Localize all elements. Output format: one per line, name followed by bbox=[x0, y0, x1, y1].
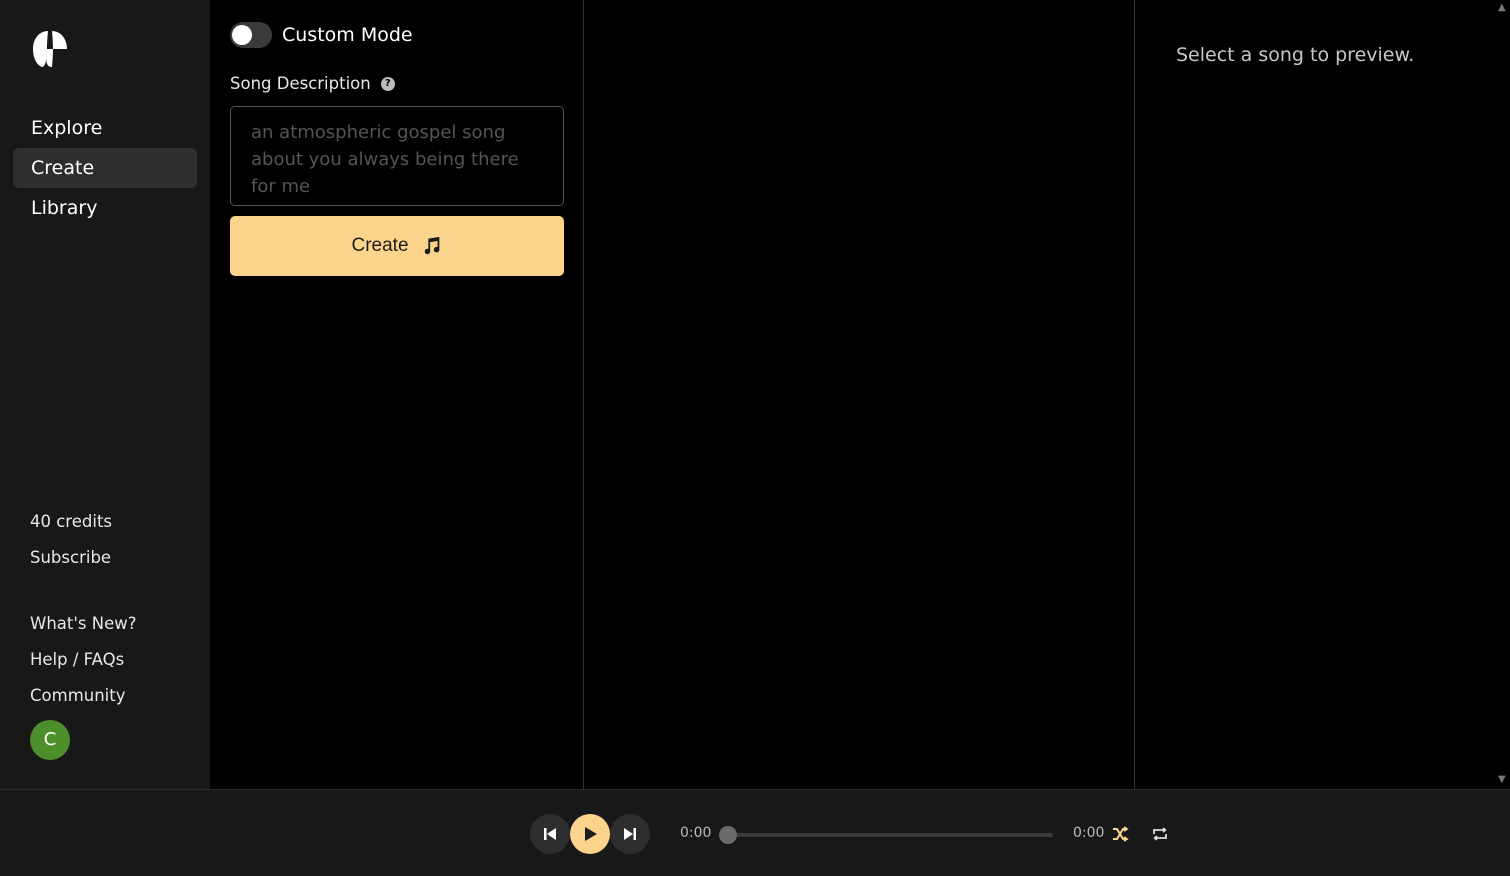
create-button[interactable]: Create bbox=[230, 216, 564, 276]
song-description-input[interactable] bbox=[230, 106, 564, 206]
whats-new-link[interactable]: What's New? bbox=[30, 610, 136, 646]
community-link[interactable]: Community bbox=[30, 682, 136, 718]
skip-back-icon bbox=[544, 828, 556, 840]
main-nav: Explore Create Library bbox=[13, 108, 197, 228]
user-avatar[interactable]: C bbox=[30, 720, 70, 760]
next-track-button[interactable] bbox=[610, 814, 650, 854]
suno-logo-icon[interactable] bbox=[30, 29, 70, 69]
nav-item-explore[interactable]: Explore bbox=[13, 108, 197, 148]
song-list-panel bbox=[585, 0, 1135, 789]
nav-item-library[interactable]: Library bbox=[13, 188, 197, 228]
skip-forward-icon bbox=[624, 828, 636, 840]
sidebar-footer: 40 credits Subscribe What's New? Help / … bbox=[30, 508, 136, 760]
custom-mode-label: Custom Mode bbox=[282, 24, 413, 46]
preview-empty-text: Select a song to preview. bbox=[1176, 44, 1415, 66]
create-panel: Custom Mode Song Description ? Create bbox=[210, 0, 584, 789]
credits-count[interactable]: 40 credits bbox=[30, 508, 136, 544]
app-root: Explore Create Library 40 credits Subscr… bbox=[0, 0, 1510, 876]
sidebar: Explore Create Library 40 credits Subscr… bbox=[0, 0, 210, 789]
duration-time: 0:00 bbox=[1073, 825, 1105, 841]
music-note-icon bbox=[424, 236, 439, 255]
previous-track-button[interactable] bbox=[530, 814, 570, 854]
scroll-down-arrow-icon[interactable]: ▼ bbox=[1498, 774, 1508, 785]
nav-item-create[interactable]: Create bbox=[13, 148, 197, 188]
toggle-knob bbox=[232, 25, 252, 45]
song-description-label-row: Song Description ? bbox=[230, 74, 395, 93]
song-description-label: Song Description bbox=[230, 74, 371, 93]
subscribe-link[interactable]: Subscribe bbox=[30, 544, 136, 580]
help-question-icon[interactable]: ? bbox=[380, 76, 395, 91]
help-faqs-link[interactable]: Help / FAQs bbox=[30, 646, 136, 682]
player-bar: 0:00 0:00 bbox=[0, 789, 1510, 876]
current-time: 0:00 bbox=[680, 825, 712, 841]
progress-track[interactable] bbox=[727, 833, 1053, 837]
shuffle-icon[interactable] bbox=[1111, 825, 1129, 843]
progress-thumb[interactable] bbox=[719, 826, 737, 844]
preview-panel: Select a song to preview. ▲ ▼ bbox=[1136, 0, 1510, 789]
create-button-label: Create bbox=[351, 235, 409, 256]
custom-mode-toggle[interactable] bbox=[230, 22, 272, 48]
play-icon bbox=[585, 827, 597, 841]
custom-mode-row: Custom Mode bbox=[230, 22, 413, 48]
play-button[interactable] bbox=[570, 814, 610, 854]
repeat-icon[interactable] bbox=[1151, 825, 1169, 843]
scroll-up-arrow-icon[interactable]: ▲ bbox=[1498, 2, 1508, 13]
